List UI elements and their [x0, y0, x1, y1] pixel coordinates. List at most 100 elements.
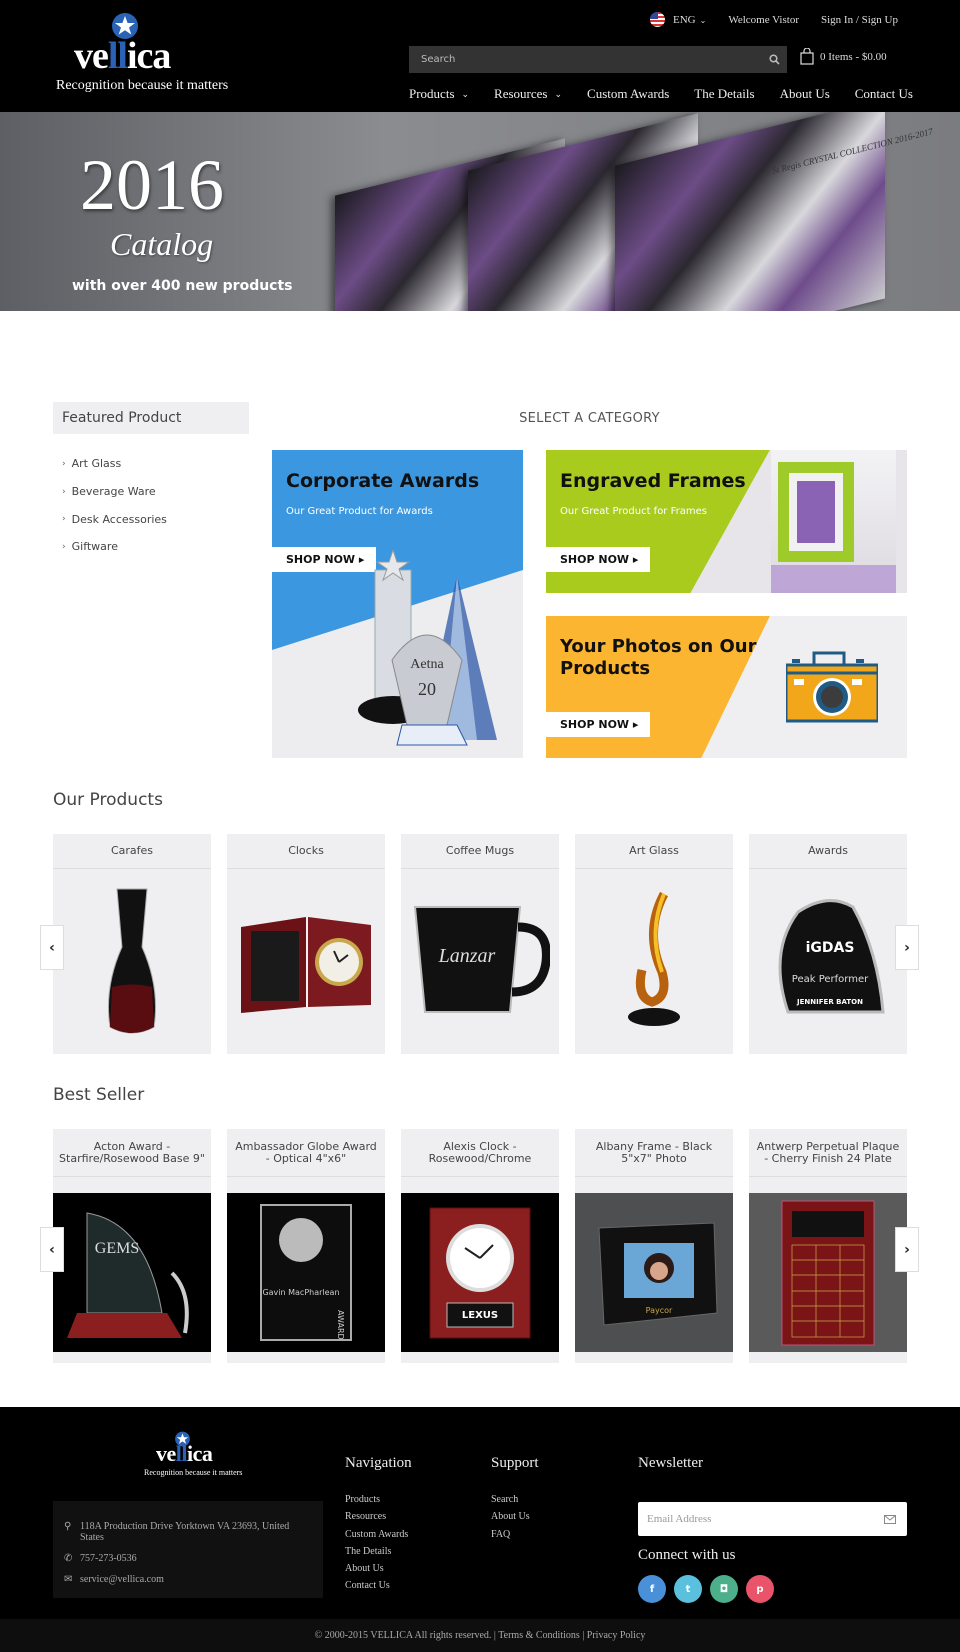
- phone-icon: ✆: [64, 1553, 73, 1564]
- product-card-title: Alexis Clock - Rosewood/Chrome: [401, 1129, 559, 1177]
- category-banner-photos[interactable]: Your Photos on Our Products SHOP NOW ▸: [546, 616, 907, 758]
- search-bar: [409, 46, 787, 73]
- footer-link-custom-awards[interactable]: Custom Awards: [345, 1529, 412, 1546]
- nav-about-us[interactable]: About Us: [780, 86, 830, 102]
- newsletter-submit-button[interactable]: [873, 1514, 907, 1524]
- product-card-coffee-mugs[interactable]: Coffee Mugs Lanzar: [401, 834, 559, 1054]
- best-seller-prev-button[interactable]: ‹: [40, 1227, 64, 1272]
- best-seller-card[interactable]: Antwerp Perpetual Plaque - Cherry Finish…: [749, 1129, 907, 1363]
- nav-custom-awards[interactable]: Custom Awards: [587, 86, 669, 102]
- footer-navigation: Navigation Products Resources Custom Awa…: [345, 1455, 412, 1598]
- best-seller-card[interactable]: Ambassador Globe Award - Optical 4"x6" G…: [227, 1129, 385, 1363]
- pinterest-icon[interactable]: p: [746, 1575, 774, 1603]
- chevron-left-icon: ‹: [49, 939, 55, 956]
- svg-text:AWARD: AWARD: [336, 1310, 345, 1340]
- search-input[interactable]: [409, 46, 761, 73]
- footer-link-the-details[interactable]: The Details: [345, 1546, 412, 1563]
- footer-link-about-us[interactable]: About Us: [345, 1563, 412, 1580]
- product-card-title: Coffee Mugs: [401, 834, 559, 869]
- cart-summary[interactable]: 0 Items - $0.00: [800, 48, 887, 65]
- connect-heading: Connect with us: [638, 1547, 736, 1563]
- nav-contact-us[interactable]: Contact Us: [855, 86, 913, 102]
- sidebar-item-art-glass[interactable]: › Art Glass: [62, 450, 167, 478]
- mug-image: Lanzar: [401, 870, 559, 1054]
- hero-subtitle: with over 400 new products: [72, 278, 293, 294]
- footer-link-search[interactable]: Search: [491, 1494, 539, 1511]
- site-header: vellica Recognition because it matters E…: [0, 0, 960, 112]
- chevron-left-icon: ‹: [49, 1241, 55, 1258]
- product-card-title: Albany Frame - Black 5"x7" Photo: [575, 1129, 733, 1177]
- shop-now-button[interactable]: SHOP NOW ▸: [546, 547, 651, 572]
- sign-in-link[interactable]: Sign In / Sign Up: [821, 14, 898, 26]
- chevron-right-icon: ›: [904, 1241, 910, 1258]
- caret-right-icon: ▸: [632, 553, 639, 566]
- welcome-text: Welcome Vistor: [728, 13, 799, 26]
- best-seller-card[interactable]: Alexis Clock - Rosewood/Chrome LEXUS: [401, 1129, 559, 1363]
- svg-text:iGDAS: iGDAS: [806, 940, 855, 956]
- our-products-next-button[interactable]: ›: [895, 925, 919, 970]
- category-banner-engraved-frames[interactable]: Engraved Frames Our Great Product for Fr…: [546, 450, 907, 593]
- nav-resources[interactable]: Resources ⌄: [494, 86, 562, 102]
- our-products-heading: Our Products: [53, 790, 163, 810]
- featured-product-list: › Art Glass › Beverage Ware › Desk Accessor…: [62, 450, 167, 561]
- chevron-down-icon: ⌄: [554, 88, 563, 99]
- newsletter-heading: Newsletter: [638, 1455, 703, 1471]
- our-products-prev-button[interactable]: ‹: [40, 925, 64, 970]
- newsletter-email-input[interactable]: [638, 1513, 873, 1525]
- footer-link-contact-us[interactable]: Contact Us: [345, 1580, 412, 1597]
- footer-link-products[interactable]: Products: [345, 1494, 412, 1511]
- footer-link-about-us[interactable]: About Us: [491, 1511, 539, 1528]
- svg-text:Aetna: Aetna: [410, 657, 444, 672]
- clock-image: [227, 870, 385, 1054]
- sidebar-item-desk-accessories[interactable]: › Desk Accessories: [62, 505, 167, 533]
- us-flag-icon: [650, 12, 666, 27]
- caret-right-icon: ▸: [632, 718, 639, 731]
- search-button[interactable]: [761, 46, 787, 73]
- best-seller-next-button[interactable]: ›: [895, 1227, 919, 1272]
- product-card-awards[interactable]: Awards iGDAS Peak Performer JENNIFER BATON: [749, 834, 907, 1054]
- footer-logo[interactable]: vellica Recognition because it matters: [144, 1431, 243, 1481]
- envelope-icon: ✉: [64, 1574, 73, 1585]
- shop-now-button[interactable]: SHOP NOW ▸: [546, 712, 651, 737]
- footer-link-resources[interactable]: Resources: [345, 1511, 412, 1528]
- footer-tagline: Recognition because it matters: [144, 1468, 243, 1477]
- category-banner-corporate-awards[interactable]: Corporate Awards Our Great Product for A…: [272, 450, 523, 758]
- product-card-clocks[interactable]: Clocks: [227, 834, 385, 1054]
- twitter-icon[interactable]: t: [674, 1575, 702, 1603]
- product-card-carafes[interactable]: Carafes: [53, 834, 211, 1054]
- product-card-art-glass[interactable]: Art Glass: [575, 834, 733, 1054]
- envelope-icon: [884, 1514, 896, 1524]
- footer-support: Support Search About Us FAQ: [491, 1455, 539, 1546]
- language-selector[interactable]: ENG ⌄: [673, 14, 706, 26]
- sidebar-item-giftware[interactable]: › Giftware: [62, 533, 167, 561]
- svg-text:Lanzar: Lanzar: [438, 945, 496, 967]
- email-link[interactable]: service@vellica.com: [80, 1574, 164, 1585]
- newsletter-form: [638, 1502, 907, 1536]
- social-links: f t ◘ p: [638, 1575, 782, 1603]
- hero-banner[interactable]: St Regis CRYSTAL COLLECTION 2016-2017 20…: [0, 112, 960, 311]
- footer-newsletter: Newsletter: [638, 1455, 703, 1494]
- nav-the-details[interactable]: The Details: [694, 86, 754, 102]
- product-card-title: Antwerp Perpetual Plaque - Cherry Finish…: [749, 1129, 907, 1177]
- footer-link-faq[interactable]: FAQ: [491, 1529, 539, 1546]
- chevron-right-icon: ›: [62, 458, 66, 469]
- brand-logo[interactable]: vellica Recognition because it matters: [52, 12, 228, 96]
- featured-product-heading: Featured Product: [53, 402, 249, 434]
- banner-title: Engraved Frames: [560, 470, 746, 492]
- phone-link[interactable]: 757-273-0536: [80, 1553, 137, 1564]
- search-icon: [768, 54, 780, 65]
- alexis-clock-image: LEXUS: [401, 1193, 559, 1352]
- facebook-icon[interactable]: f: [638, 1575, 666, 1603]
- hero-year: 2016: [80, 145, 224, 225]
- nav-products[interactable]: Products ⌄: [409, 86, 469, 102]
- best-seller-card[interactable]: Albany Frame - Black 5"x7" Photo Paycor: [575, 1129, 733, 1363]
- email-row: ✉ service@vellica.com: [64, 1574, 312, 1585]
- product-card-title: Carafes: [53, 834, 211, 869]
- instagram-icon[interactable]: ◘: [710, 1575, 738, 1603]
- phone-row: ✆ 757-273-0536: [64, 1553, 312, 1564]
- sidebar-item-beverage-ware[interactable]: › Beverage Ware: [62, 478, 167, 506]
- best-seller-card[interactable]: Acton Award - Starfire/Rosewood Base 9" …: [53, 1129, 211, 1363]
- chevron-right-icon: ›: [62, 541, 66, 552]
- brand-tagline: Recognition because it matters: [56, 78, 229, 93]
- site-footer: vellica Recognition because it matters ⚲…: [0, 1407, 960, 1619]
